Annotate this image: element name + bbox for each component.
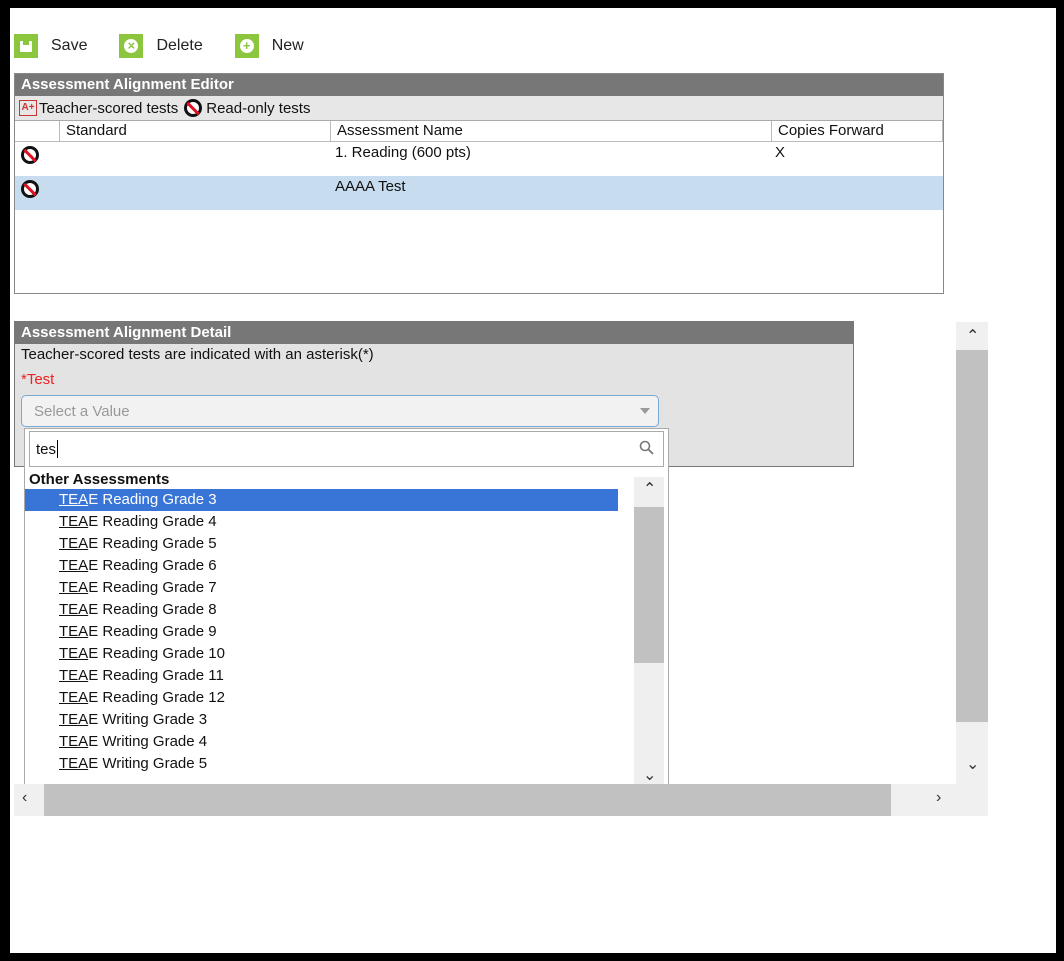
cell-name: AAAA Test [335, 178, 406, 195]
option-label: E Reading Grade 3 [88, 491, 217, 508]
option-label: E Writing Grade 5 [88, 755, 208, 772]
option-label: E Reading Grade 6 [88, 557, 217, 574]
option-label: E Reading Grade 10 [88, 645, 225, 662]
option-label: E Reading Grade 9 [88, 623, 217, 640]
page-horizontal-thumb[interactable] [44, 784, 891, 816]
option-item[interactable]: TEAE Reading Grade 7 [25, 577, 618, 599]
col-standard[interactable]: Standard [60, 121, 331, 141]
option-label: E Reading Grade 12 [88, 689, 225, 706]
option-label: E Writing Grade 3 [88, 711, 208, 728]
table-row-selected[interactable]: AAAA Test [15, 176, 943, 210]
option-label: E Reading Grade 11 [88, 667, 224, 684]
option-item[interactable]: TEAE Reading Grade 3 [25, 489, 618, 511]
option-item[interactable]: TEAE Reading Grade 11 [25, 665, 618, 687]
option-label: E Writing Grade 4 [88, 733, 208, 750]
option-item[interactable]: TEAE Reading Grade 10 [25, 643, 618, 665]
dropdown-scroll-thumb[interactable] [634, 507, 664, 663]
options-list: TEAE Reading Grade 3 TEAE Reading Grade 4… [25, 489, 668, 775]
scroll-right-icon[interactable]: › [936, 789, 941, 807]
option-label: E Reading Grade 7 [88, 579, 217, 596]
cell-name: 1. Reading (600 pts) [335, 144, 471, 161]
test-select[interactable]: Select a Value [21, 395, 659, 427]
new-label: New [271, 37, 304, 54]
test-field-label: *Test [21, 371, 55, 388]
option-match: TEA [59, 711, 89, 728]
dropdown-caret-icon [640, 408, 650, 414]
new-icon: + [234, 34, 259, 58]
col-copies-forward[interactable]: Copies Forward [772, 121, 943, 141]
teacher-scored-icon: A+ [19, 100, 37, 116]
option-item[interactable]: TEAE Writing Grade 3 [25, 709, 618, 731]
option-match: TEA [59, 579, 89, 596]
option-item[interactable]: TEAE Writing Grade 5 [25, 753, 618, 775]
save-icon [14, 34, 38, 58]
option-item[interactable]: TEAE Writing Grade 4 [25, 731, 618, 753]
search-value: tes [36, 440, 57, 458]
page-horizontal-scrollbar[interactable]: ‹ › [14, 784, 988, 816]
search-icon [639, 440, 654, 455]
page-vertical-thumb[interactable] [956, 350, 988, 722]
read-only-icon [21, 180, 39, 198]
app-frame: Save × Delete + New Assessment Alignment… [10, 8, 1056, 953]
asterisk-note: Teacher-scored tests are indicated with … [21, 346, 374, 363]
scroll-down-icon[interactable]: ⌄ [966, 754, 979, 774]
option-match: TEA [59, 689, 89, 706]
option-match: TEA [59, 667, 89, 684]
dropdown-scrollbar[interactable]: ⌃ ⌄ [634, 477, 664, 787]
group-other-assessments: Other Assessments [29, 471, 170, 488]
option-label: E Reading Grade 4 [88, 513, 217, 530]
option-match: TEA [59, 513, 89, 530]
new-button[interactable]: + New [234, 34, 304, 58]
scroll-up-icon[interactable]: ⌃ [966, 326, 979, 346]
option-match: TEA [59, 623, 89, 640]
option-item[interactable]: TEAE Reading Grade 8 [25, 599, 618, 621]
table-row[interactable]: 1. Reading (600 pts) X [15, 142, 943, 176]
detail-title: Assessment Alignment Detail [15, 322, 853, 344]
alignment-editor: Assessment Alignment Editor A+ Teacher-s… [14, 73, 944, 294]
table-header: Standard Assessment Name Copies Forward [15, 121, 943, 142]
legend-teacher-label: Teacher-scored tests [39, 99, 179, 117]
cell-copies: X [775, 144, 786, 161]
toolbar: Save × Delete + New [10, 28, 332, 64]
delete-icon: × [119, 34, 144, 58]
scroll-down-icon[interactable]: ⌄ [643, 765, 656, 785]
option-match: TEA [59, 491, 89, 508]
option-match: TEA [59, 535, 89, 552]
read-only-icon [184, 99, 203, 117]
option-item[interactable]: TEAE Reading Grade 5 [25, 533, 618, 555]
save-button[interactable]: Save [14, 34, 87, 58]
option-label: E Reading Grade 8 [88, 601, 217, 618]
option-item[interactable]: TEAE Reading Grade 4 [25, 511, 618, 533]
col-spacer [15, 121, 60, 141]
delete-button[interactable]: × Delete [119, 34, 203, 58]
option-item[interactable]: TEAE Reading Grade 12 [25, 687, 618, 709]
select-placeholder: Select a Value [34, 403, 130, 420]
read-only-icon [21, 146, 39, 164]
editor-title: Assessment Alignment Editor [15, 74, 943, 96]
option-match: TEA [59, 557, 89, 574]
option-match: TEA [59, 733, 89, 750]
scroll-left-icon[interactable]: ‹ [22, 789, 27, 807]
option-item[interactable]: TEAE Reading Grade 9 [25, 621, 618, 643]
option-item[interactable]: TEAE Reading Grade 6 [25, 555, 618, 577]
legend-bar: A+ Teacher-scored tests Read-only tests [15, 96, 943, 121]
legend-readonly-label: Read-only tests [206, 99, 311, 117]
test-dropdown: tes Other Assessments TEAE Reading Grade… [24, 428, 669, 790]
option-match: TEA [59, 601, 89, 618]
scroll-up-icon[interactable]: ⌃ [643, 479, 656, 499]
save-label: Save [51, 37, 88, 54]
col-assessment-name[interactable]: Assessment Name [331, 121, 772, 141]
dropdown-search-input[interactable]: tes [29, 431, 664, 467]
option-label: E Reading Grade 5 [88, 535, 217, 552]
option-match: TEA [59, 645, 89, 662]
option-match: TEA [59, 755, 89, 772]
page-vertical-scrollbar[interactable]: ⌃ ⌄ [956, 322, 988, 784]
delete-label: Delete [156, 37, 203, 54]
